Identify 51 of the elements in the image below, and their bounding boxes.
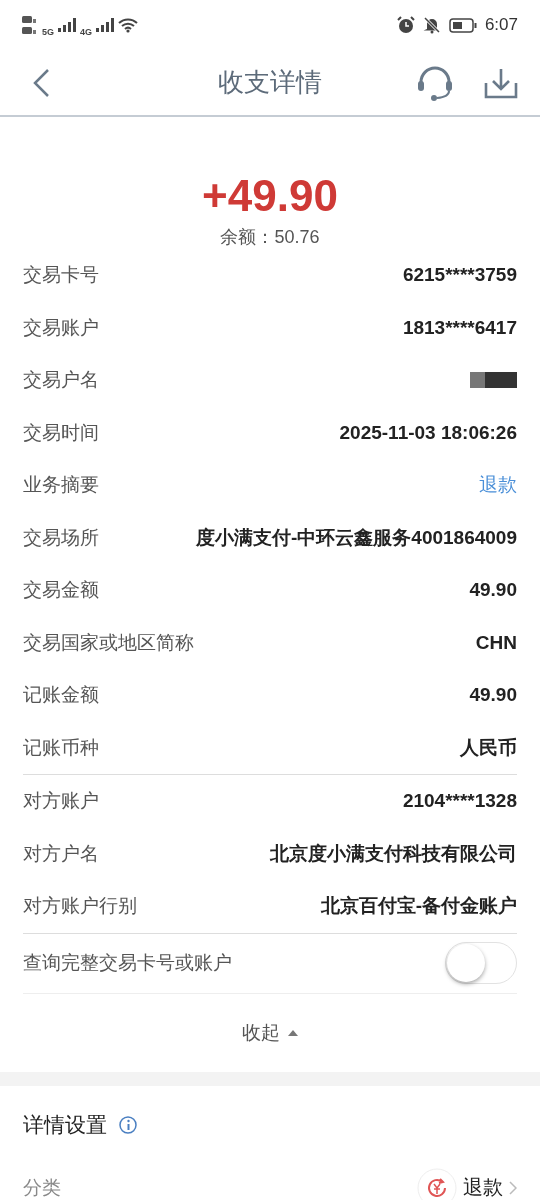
page-title: 收支详情: [218, 66, 322, 99]
field-label: 交易金额: [23, 578, 99, 603]
field-label: 交易卡号: [23, 263, 99, 288]
clock-time: 6:07: [484, 15, 518, 35]
wifi-icon: [118, 17, 139, 33]
field-value: CHN: [475, 631, 517, 654]
chevron-icon: [509, 1180, 517, 1195]
headset-icon[interactable]: [416, 64, 454, 101]
info-icon[interactable]: [119, 1115, 137, 1134]
hd-icon: [22, 14, 38, 36]
network-label: 5G: [42, 27, 54, 37]
field-label: 记账金额: [23, 683, 99, 708]
field-label: 交易户名: [23, 368, 99, 393]
field-label: 记账币种: [23, 735, 99, 760]
amount: +49.90: [202, 170, 338, 222]
download-icon[interactable]: [484, 66, 518, 99]
alarm-icon: [396, 16, 415, 34]
network-label: 4G: [80, 27, 93, 37]
signal-icon: [96, 18, 115, 32]
section-title: 详情设置: [23, 1111, 107, 1138]
field-value: 北京百付宝-备付金账户: [320, 894, 517, 919]
collapse-link[interactable]: 收起: [242, 1019, 280, 1046]
caret-icon: [288, 1029, 298, 1036]
field-label: 交易国家或地区简称: [23, 630, 194, 655]
field-label: 分类: [23, 1175, 61, 1200]
field-link[interactable]: 退款: [479, 472, 517, 499]
category-value[interactable]: 退款: [463, 1174, 503, 1200]
field-value: 北京度小满支付科技有限公司: [270, 841, 517, 866]
field-label: 对方账户行别: [23, 894, 137, 919]
field-label: 对方账户: [23, 789, 99, 814]
field-label: 业务摘要: [23, 473, 99, 498]
field-label: 交易场所: [23, 525, 99, 550]
field-value: 2025-11-03 18:06:26: [339, 421, 517, 444]
field-value: 1813****6417: [402, 316, 517, 339]
back-icon[interactable]: [32, 67, 50, 98]
field-label: 交易时间: [23, 420, 99, 445]
field-value: 49.90: [469, 579, 517, 602]
field-value: 度小满支付-中环云鑫服务4001864009: [196, 525, 517, 550]
balance: 余额：50.76: [220, 226, 320, 249]
muted-bell-icon: [422, 16, 441, 34]
field-value: 6215****3759: [402, 264, 517, 287]
redaction-block: [470, 372, 517, 389]
field-value: 人民币: [460, 735, 517, 760]
field-value: 2104****1328: [402, 790, 517, 813]
toggle-label: 查询完整交易卡号或账户: [23, 951, 232, 975]
toggle-switch[interactable]: [445, 942, 517, 984]
field-value: 49.90: [469, 684, 517, 707]
signal-icon: [58, 18, 76, 32]
field-label: 交易账户: [23, 315, 99, 340]
field-label: 对方户名: [23, 841, 99, 866]
battery-icon: [448, 17, 477, 33]
